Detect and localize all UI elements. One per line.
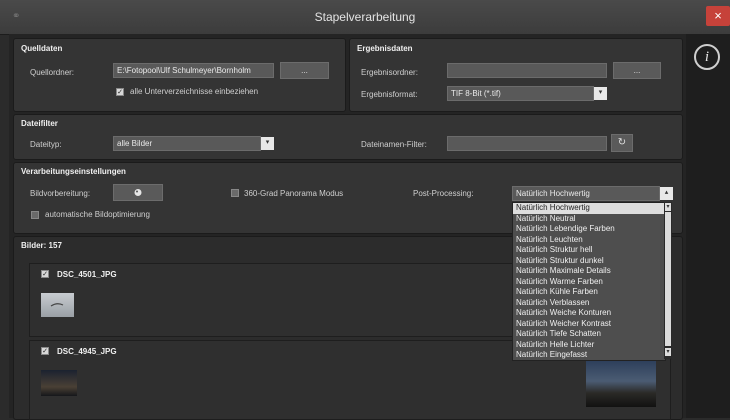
ergebnisformat-label: Ergebnisformat:: [361, 90, 418, 99]
ergebnisordner-field[interactable]: [447, 63, 607, 78]
panorama-label: 360-Grad Panorama Modus: [244, 189, 344, 198]
dd-option[interactable]: Natürlich Struktur hell: [513, 245, 665, 256]
panorama-checkbox[interactable]: [231, 189, 239, 197]
dd-option[interactable]: Natürlich Kühle Farben: [513, 287, 665, 298]
auto-opt-checkbox[interactable]: [31, 211, 39, 219]
image-preview: [586, 360, 656, 407]
dd-option[interactable]: Natürlich Leuchten: [513, 235, 665, 246]
dd-option[interactable]: Natürlich Weiche Konturen: [513, 308, 665, 319]
dd-option[interactable]: Natürlich Eingefasst: [513, 350, 665, 360]
bildvorbereitung-label: Bildvorbereitung:: [30, 189, 91, 198]
quellordner-browse-button[interactable]: ...: [280, 62, 329, 79]
scroll-down-icon[interactable]: ▾: [665, 203, 671, 211]
side-toolbar: [686, 34, 730, 418]
postprocessing-dropdown-icon[interactable]: ▴: [660, 187, 673, 200]
ergebnisordner-browse-button[interactable]: ...: [613, 62, 661, 79]
verarbeitung-title: Verarbeitungseinstellungen: [21, 167, 126, 176]
dateityp-dropdown-icon[interactable]: ▾: [261, 137, 274, 150]
image-thumbnail[interactable]: [41, 293, 74, 317]
close-button[interactable]: ×: [706, 6, 730, 26]
dd-option[interactable]: Natürlich Lebendige Farben: [513, 224, 665, 235]
dd-option[interactable]: Natürlich Verblassen: [513, 298, 665, 309]
window-title: Stapelverarbeitung: [314, 10, 416, 24]
dd-option[interactable]: Natürlich Helle Lichter: [513, 340, 665, 351]
dateityp-label: Dateityp:: [30, 140, 62, 149]
bildvorbereitung-button[interactable]: [113, 184, 163, 201]
image-thumbnail[interactable]: [41, 370, 77, 396]
image-checkbox[interactable]: ✓: [41, 347, 49, 355]
scroll-up-icon[interactable]: ▾: [665, 348, 671, 356]
bilder-count: Bilder: 157: [21, 241, 62, 250]
image-name: DSC_4501_JPG: [57, 270, 117, 279]
postprocessing-options-list[interactable]: Natürlich Hochwertig Natürlich Neutral N…: [512, 202, 666, 361]
postprocessing-select[interactable]: Natürlich Hochwertig: [512, 186, 660, 201]
ergebnisformat-dropdown-icon[interactable]: ▾: [594, 87, 607, 100]
dateifilter-title: Dateifilter: [21, 119, 58, 128]
dd-option[interactable]: Natürlich Tiefe Schatten: [513, 329, 665, 340]
dateinamen-filter-label: Dateinamen-Filter:: [361, 140, 427, 149]
info-icon[interactable]: i: [694, 44, 720, 70]
dd-option[interactable]: Natürlich Weicher Kontrast: [513, 319, 665, 330]
image-name: DSC_4945_JPG: [57, 347, 117, 356]
quelldaten-title: Quelldaten: [21, 44, 63, 53]
dateityp-select[interactable]: alle Bilder: [113, 136, 261, 151]
ergebnisformat-select[interactable]: TIF 8-Bit (*.tif): [447, 86, 594, 101]
ergebnisordner-label: Ergebnisordner:: [361, 68, 418, 77]
subdirs-checkbox[interactable]: ✓: [116, 88, 124, 96]
auto-opt-label: automatische Bildoptimierung: [45, 210, 150, 219]
landscape-photo-icon: [50, 303, 64, 307]
refresh-icon[interactable]: ↻: [611, 134, 633, 152]
quellordner-field[interactable]: E:\Fotopool\Ulf Schulmeyer\Bornholm: [113, 63, 274, 78]
dd-option[interactable]: Natürlich Neutral: [513, 214, 665, 225]
dd-option[interactable]: Natürlich Struktur dunkel: [513, 256, 665, 267]
dd-option[interactable]: Natürlich Maximale Details: [513, 266, 665, 277]
dateinamen-filter-field[interactable]: [447, 136, 607, 151]
ergebnisdaten-title: Ergebnisdaten: [357, 44, 413, 53]
image-checkbox[interactable]: ✓: [41, 270, 49, 278]
quellordner-label: Quellordner:: [30, 68, 75, 77]
postprocessing-label: Post-Processing:: [413, 189, 474, 198]
dd-option[interactable]: Natürlich Warme Farben: [513, 277, 665, 288]
dropdown-scrollbar[interactable]: ▾ ▾: [664, 202, 672, 359]
scrollbar-thumb[interactable]: [665, 212, 671, 346]
subdirs-label: alle Unterverzeichnisse einbeziehen: [130, 87, 259, 96]
dd-option[interactable]: Natürlich Hochwertig: [513, 203, 665, 214]
palette-icon: [134, 189, 142, 196]
